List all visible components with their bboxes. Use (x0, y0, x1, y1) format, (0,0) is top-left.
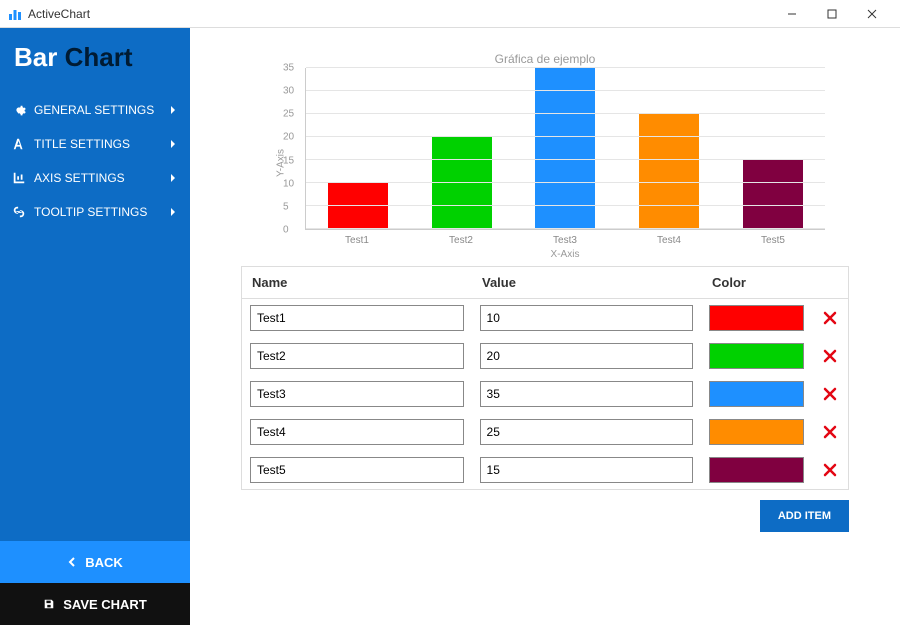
chart-bar (743, 160, 803, 229)
content-area: Gráfica de ejemplo Y-Axis Test1Test2Test… (190, 28, 900, 625)
save-button-label: SAVE CHART (63, 597, 147, 612)
y-tick-label: 30 (283, 86, 294, 97)
back-button[interactable]: BACK (0, 541, 190, 583)
chart-box: Y-Axis Test1Test2Test3Test4Test5 X-Axis … (265, 68, 825, 258)
y-tick-label: 0 (283, 225, 289, 236)
save-icon (43, 598, 55, 610)
chevron-right-icon (168, 207, 178, 217)
grid-line (306, 90, 825, 91)
y-tick-label: 10 (283, 178, 294, 189)
grid-line (306, 159, 825, 160)
x-axis-label: X-Axis (305, 249, 825, 260)
page-title-part-b: Chart (65, 42, 133, 72)
color-swatch[interactable] (709, 343, 804, 369)
color-swatch[interactable] (709, 305, 804, 331)
window-maximize-button[interactable] (812, 0, 852, 28)
y-tick-label: 5 (283, 201, 289, 212)
add-item-button[interactable]: ADD ITEM (760, 500, 849, 532)
menu-label: GENERAL SETTINGS (34, 103, 168, 117)
color-swatch[interactable] (709, 419, 804, 445)
chevron-right-icon (168, 139, 178, 149)
chart-title: Gráfica de ejemplo (265, 52, 825, 66)
value-input[interactable] (480, 457, 694, 483)
chevron-right-icon (168, 173, 178, 183)
x-tick-label: Test3 (535, 235, 595, 246)
name-input[interactable] (250, 305, 464, 331)
menu-item-general-settings[interactable]: GENERAL SETTINGS (0, 93, 190, 127)
window-close-button[interactable] (852, 0, 892, 28)
save-chart-button[interactable]: SAVE CHART (0, 583, 190, 625)
page-title-part-a: Bar (14, 42, 57, 72)
header-name: Name (242, 267, 472, 298)
chevron-left-icon (67, 557, 77, 567)
chart-area: Gráfica de ejemplo Y-Axis Test1Test2Test… (265, 52, 825, 258)
color-swatch[interactable] (709, 381, 804, 407)
y-tick-label: 35 (283, 63, 294, 74)
link-icon (12, 205, 26, 219)
app-logo-icon (8, 7, 22, 21)
name-input[interactable] (250, 343, 464, 369)
chart-plot (305, 68, 825, 230)
header-value: Value (472, 267, 702, 298)
text-icon (12, 137, 26, 151)
table-row (242, 299, 848, 337)
delete-row-icon[interactable] (823, 349, 837, 363)
delete-row-icon[interactable] (823, 463, 837, 477)
page-title: Bar Chart (0, 28, 190, 93)
delete-row-icon[interactable] (823, 387, 837, 401)
data-table: Name Value Color (241, 266, 849, 490)
value-input[interactable] (480, 419, 694, 445)
color-swatch[interactable] (709, 457, 804, 483)
menu-item-title-settings[interactable]: TITLE SETTINGS (0, 127, 190, 161)
axis-icon (12, 171, 26, 185)
table-row (242, 337, 848, 375)
name-input[interactable] (250, 457, 464, 483)
header-delete (812, 275, 848, 291)
delete-row-icon[interactable] (823, 425, 837, 439)
sidebar: Bar Chart GENERAL SETTINGS TITLE SETTING… (0, 28, 190, 625)
grid-line (306, 67, 825, 68)
grid-line (306, 113, 825, 114)
delete-row-icon[interactable] (823, 311, 837, 325)
table-row (242, 451, 848, 489)
header-color: Color (702, 267, 812, 298)
grid-line (306, 136, 825, 137)
menu-item-axis-settings[interactable]: AXIS SETTINGS (0, 161, 190, 195)
name-input[interactable] (250, 419, 464, 445)
chevron-right-icon (168, 105, 178, 115)
x-tick-row: Test1 Test2 Test3 Test4 Test5 (305, 235, 825, 246)
x-tick-label: Test1 (327, 235, 387, 246)
settings-menu: GENERAL SETTINGS TITLE SETTINGS AXIS SET… (0, 93, 190, 229)
window-title: ActiveChart (28, 7, 772, 21)
value-input[interactable] (480, 381, 694, 407)
x-tick-label: Test2 (431, 235, 491, 246)
table-row (242, 413, 848, 451)
chart-bar (328, 183, 388, 229)
gear-icon (12, 103, 26, 117)
grid-line (306, 182, 825, 183)
grid-line (306, 228, 825, 229)
name-input[interactable] (250, 381, 464, 407)
menu-label: TOOLTIP SETTINGS (34, 205, 168, 219)
chart-bar (639, 114, 699, 229)
value-input[interactable] (480, 343, 694, 369)
y-tick-label: 25 (283, 109, 294, 120)
y-tick-label: 20 (283, 132, 294, 143)
menu-label: TITLE SETTINGS (34, 137, 168, 151)
y-tick-label: 15 (283, 155, 294, 166)
window-titlebar: ActiveChart (0, 0, 900, 28)
grid-line (306, 205, 825, 206)
window-minimize-button[interactable] (772, 0, 812, 28)
x-tick-label: Test4 (639, 235, 699, 246)
chart-bar (432, 137, 492, 229)
menu-label: AXIS SETTINGS (34, 171, 168, 185)
value-input[interactable] (480, 305, 694, 331)
menu-item-tooltip-settings[interactable]: TOOLTIP SETTINGS (0, 195, 190, 229)
table-row (242, 375, 848, 413)
x-tick-label: Test5 (743, 235, 803, 246)
back-button-label: BACK (85, 555, 123, 570)
table-header: Name Value Color (242, 267, 848, 299)
